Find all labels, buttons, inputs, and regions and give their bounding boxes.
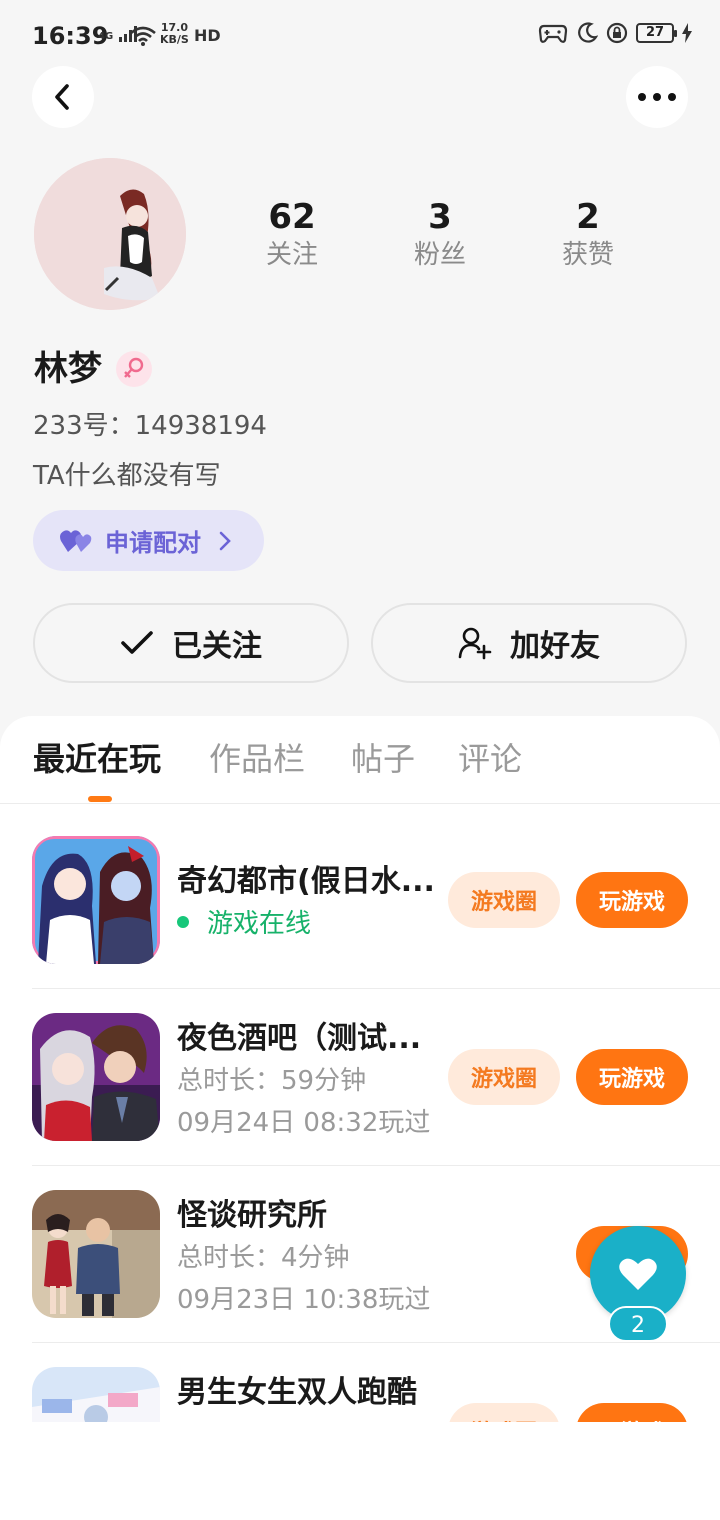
add-user-icon [458,627,492,660]
bottom-blank-area [0,1422,720,1520]
game-icon[interactable] [32,836,160,964]
tab-recently-played[interactable]: 最近在玩 [33,738,161,780]
stat-following[interactable]: 62 关注 [232,196,352,272]
hd-indicator: HD [194,26,221,45]
game-title: 怪谈研究所 [177,1198,327,1233]
game-circle-button[interactable]: 游戏圈 [448,872,560,928]
stat-followers[interactable]: 3 粉丝 [380,196,500,272]
chevron-right-icon [219,531,231,550]
tab-comments[interactable]: 评论 [458,738,522,780]
checkmark-icon [121,631,153,654]
game-circle-button[interactable]: 游戏圈 [448,1049,560,1105]
play-game-button[interactable]: 玩游戏 [576,1049,688,1105]
status-time: 16:39 [32,22,109,50]
avatar-image [34,158,186,310]
add-friend-button[interactable]: 加好友 [371,603,687,683]
heart-icon [619,1258,657,1290]
followed-button[interactable]: 已关注 [33,603,349,683]
tab-works[interactable]: 作品栏 [209,738,305,780]
request-pair-button[interactable]: 申请配对 [33,510,264,571]
gamepad-icon [538,24,568,43]
game-list-item[interactable]: 夜色酒吧（测试... 总时长：59分钟 09月24日 08:32玩过 游戏圈 玩… [0,989,720,1166]
more-dots-icon [638,93,676,101]
female-gender-icon [116,351,152,387]
game-last-played: 09月23日 10:38玩过 [177,1285,431,1315]
double-heart-icon [60,529,92,552]
online-dot-icon [177,915,189,928]
lock-rotation-icon [606,22,628,44]
tab-posts[interactable]: 帖子 [351,738,415,780]
game-list-item[interactable]: 奇幻都市(假日水... 游戏在线 游戏圈 玩游戏 [0,812,720,989]
more-options-button[interactable] [626,66,688,128]
charging-icon [682,23,692,43]
game-icon[interactable] [32,1013,160,1141]
battery-icon: 27 [636,23,677,43]
back-button[interactable] [32,66,94,128]
game-title: 奇幻都市(假日水... [177,864,435,899]
network-speed: 17.0 KB/S [160,21,189,46]
active-tab-indicator [88,796,112,802]
game-title: 男生女生双人跑酷 [177,1375,417,1410]
user-id: 233号：14938194 [33,411,267,441]
tab-bar: 最近在玩 作品栏 帖子 评论 [0,716,720,804]
game-online-status: 游戏在线 [177,906,311,942]
play-game-button[interactable]: 玩游戏 [576,872,688,928]
game-play-duration: 总时长：4分钟 [177,1243,350,1273]
game-play-duration: 总时长：59分钟 [177,1066,367,1096]
like-count-badge: 2 [608,1306,668,1342]
user-bio: TA什么都没有写 [33,461,221,491]
game-title: 夜色酒吧（测试... [177,1021,422,1056]
game-icon[interactable] [32,1190,160,1318]
username: 林梦 [34,349,102,389]
chevron-left-icon [55,84,69,110]
status-bar: 16:39 4G 17.0 KB/S HD 27 [0,0,720,74]
wifi-icon [130,26,156,46]
request-pair-label: 申请配对 [105,529,201,557]
moon-icon [578,22,598,43]
avatar[interactable] [34,158,186,310]
stat-likes[interactable]: 2 获赞 [528,196,648,272]
game-last-played: 09月24日 08:32玩过 [177,1108,431,1138]
